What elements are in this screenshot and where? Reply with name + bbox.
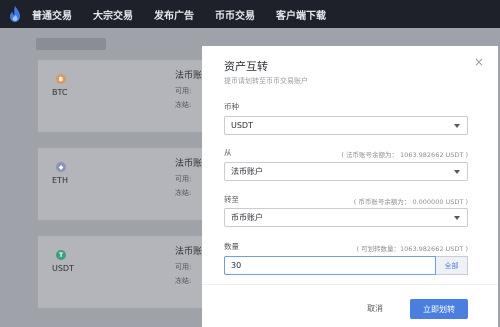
amount-value: 30	[231, 261, 242, 270]
asset-name: BTC	[52, 88, 68, 97]
card-title: 法币账	[175, 71, 203, 81]
currency-label: 币种	[224, 102, 239, 111]
nav-item-coin-trade[interactable]: 币币交易	[215, 7, 255, 22]
currency-select[interactable]: USDT	[224, 116, 468, 135]
top-navigation: 普通交易 大宗交易 发布广告 币币交易 客户端下载	[0, 0, 500, 28]
frozen-label: 冻结:	[175, 101, 192, 109]
footer-divider	[202, 284, 498, 285]
bitcoin-icon: ฿	[56, 74, 66, 84]
frozen-label: 冻结:	[175, 189, 192, 197]
card-title: 法币账	[175, 159, 203, 169]
available-label: 可用:	[175, 263, 192, 271]
cancel-button[interactable]: 取消	[367, 303, 383, 314]
nav-item-normal-trade[interactable]: 普通交易	[32, 7, 72, 22]
to-balance-hint: ( 币币账号余额为： 0.000000 USDT )	[353, 198, 468, 206]
close-icon[interactable]: ×	[474, 55, 484, 69]
flame-logo-icon[interactable]	[0, 0, 30, 28]
nav-item-post-ad[interactable]: 发布广告	[154, 7, 194, 22]
from-account-select[interactable]: 法币账户	[224, 162, 468, 181]
from-account-value: 法币账户	[231, 167, 263, 176]
currency-value: USDT	[231, 121, 253, 130]
modal-title: 资产互转	[224, 60, 268, 73]
frozen-label: 冻结:	[175, 277, 192, 285]
from-label: 从	[224, 148, 232, 157]
amount-label: 数量	[224, 242, 239, 251]
to-label: 转至	[224, 195, 239, 204]
asset-transfer-modal: 资产互转 提币请划转至币币交易账户 × 币种 USDT 从 ( 法币账号余额为：…	[202, 46, 498, 327]
to-account-value: 币币账户	[231, 213, 263, 222]
transferable-amount-hint: ( 可划转数量：1063.982662 USDT )	[356, 245, 468, 253]
to-account-select[interactable]: 币币账户	[224, 208, 468, 227]
nav-item-block-trade[interactable]: 大宗交易	[93, 7, 133, 22]
ethereum-icon: ◆	[56, 162, 66, 172]
available-label: 可用:	[175, 87, 192, 95]
caret-down-icon	[454, 124, 460, 128]
available-label: 可用:	[175, 175, 192, 183]
page-heading-placeholder	[36, 38, 106, 50]
transfer-now-button[interactable]: 立即划转	[410, 299, 468, 319]
tether-icon: T	[56, 250, 66, 260]
from-balance-hint: ( 法币账号余额为： 1063.982662 USDT )	[341, 151, 468, 159]
caret-down-icon	[454, 216, 460, 220]
all-button[interactable]: 全部	[436, 256, 468, 275]
asset-name: ETH	[52, 176, 68, 185]
caret-down-icon	[454, 170, 460, 174]
card-title: 法币账	[175, 247, 203, 257]
modal-subtitle: 提币请划转至币币交易账户	[224, 77, 308, 85]
amount-input[interactable]: 30	[224, 256, 436, 275]
asset-name: USDT	[52, 264, 74, 273]
nav-item-client-download[interactable]: 客户端下载	[276, 7, 326, 22]
